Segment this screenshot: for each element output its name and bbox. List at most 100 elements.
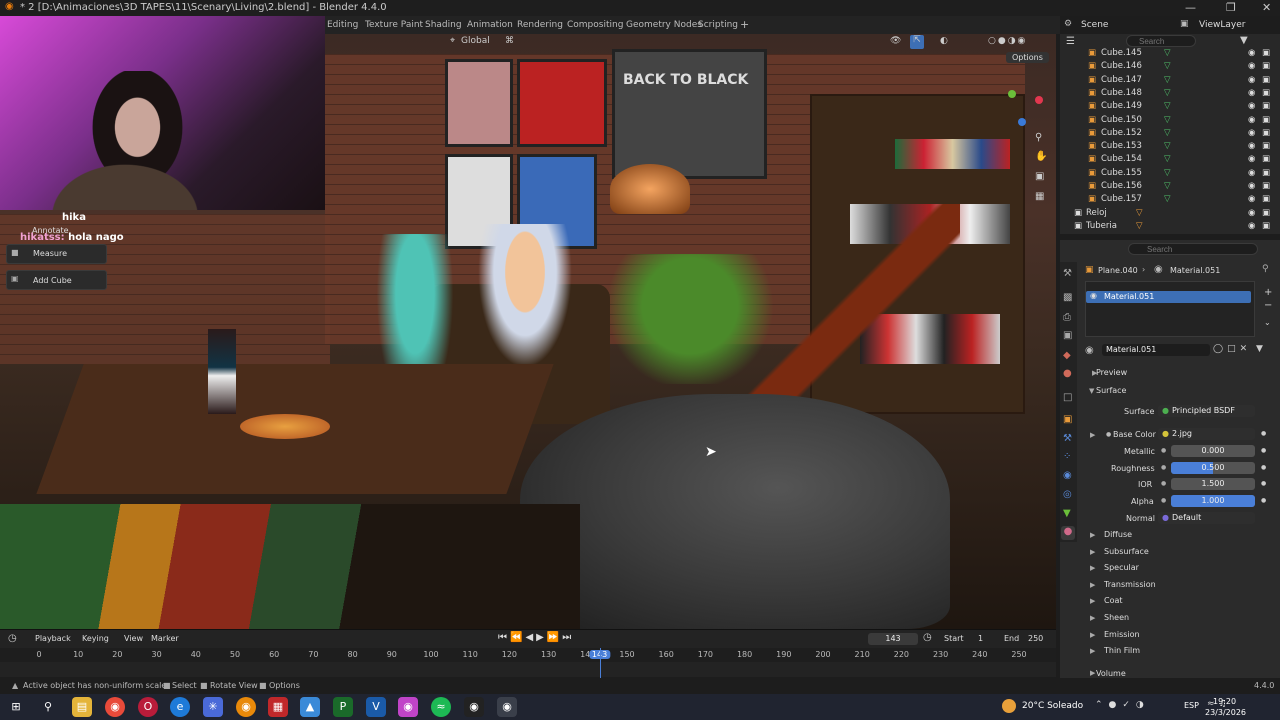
- weather-sun-icon[interactable]: [1002, 699, 1016, 713]
- ior-field[interactable]: 1.500: [1171, 478, 1255, 490]
- subpanel-header[interactable]: Specular: [1104, 563, 1139, 572]
- app-icon-2[interactable]: ▦: [268, 697, 288, 717]
- subpanel-expand-icon[interactable]: ▶: [1090, 597, 1095, 605]
- outliner-item[interactable]: ▣ Cube.157 ▽ ◉ ▣: [1086, 194, 1270, 207]
- constraints-tab-icon[interactable]: ◎: [1063, 489, 1072, 500]
- language-indicator[interactable]: ESP: [1184, 701, 1199, 710]
- collection-tab-icon[interactable]: □: [1063, 392, 1072, 403]
- tab-scripting[interactable]: Scripting: [698, 20, 738, 30]
- outliner-editor-icon[interactable]: ☰: [1066, 36, 1075, 47]
- app-icon-3[interactable]: ◉: [398, 697, 418, 717]
- weather-text[interactable]: 20°C Soleado: [1022, 701, 1083, 711]
- remove-slot-button[interactable]: −: [1264, 300, 1272, 311]
- metallic-slider[interactable]: 0.000: [1171, 445, 1255, 457]
- view-layer-tab-icon[interactable]: ▣: [1063, 330, 1072, 341]
- vscode-icon[interactable]: V: [366, 697, 386, 717]
- outliner-item[interactable]: ▣ Cube.150 ▽ ◉ ▣: [1086, 115, 1270, 128]
- edge-icon[interactable]: e: [170, 697, 190, 717]
- gizmo-x-axis-icon[interactable]: [1035, 96, 1043, 104]
- render-visibility-icon[interactable]: ▣: [1262, 181, 1270, 191]
- data-tab-icon[interactable]: ▼: [1063, 508, 1071, 519]
- playhead[interactable]: [599, 648, 601, 678]
- clock-time[interactable]: 19:20: [1213, 697, 1236, 706]
- eye-icon[interactable]: ◉: [1248, 115, 1255, 125]
- eye-icon[interactable]: ◉: [1248, 221, 1255, 231]
- spotify-icon[interactable]: ≈: [431, 697, 451, 717]
- render-visibility-icon[interactable]: ▣: [1262, 88, 1270, 98]
- blender-active-icon[interactable]: ◉: [497, 697, 517, 717]
- subpanel-header[interactable]: Subsurface: [1104, 547, 1149, 556]
- tray-icons[interactable]: ⌃●✓◑: [1095, 700, 1150, 710]
- base-color-field[interactable]: ● 2.jpg: [1158, 428, 1255, 440]
- pan-hand-icon[interactable]: ✋: [1035, 151, 1047, 162]
- output-tab-icon[interactable]: ⎙: [1063, 312, 1071, 323]
- subpanel-expand-icon[interactable]: ▶: [1090, 614, 1095, 622]
- render-visibility-icon[interactable]: ▣: [1262, 154, 1270, 164]
- roughness-keyframe-icon[interactable]: ●: [1261, 464, 1266, 471]
- photoshop-icon[interactable]: ▲: [300, 697, 320, 717]
- material-slot-selected[interactable]: ◉ Material.051: [1086, 291, 1251, 303]
- section-surface[interactable]: Surface: [1096, 386, 1126, 395]
- maximize-button[interactable]: ❐: [1226, 1, 1236, 14]
- normal-field[interactable]: ● Default: [1158, 512, 1255, 524]
- transform-orientation-dropdown[interactable]: Global: [461, 36, 490, 50]
- eye-icon[interactable]: ◉: [1248, 128, 1255, 138]
- tab-texture-paint[interactable]: Texture Paint: [365, 20, 423, 30]
- render-visibility-icon[interactable]: ▣: [1262, 221, 1270, 231]
- tab-rendering[interactable]: Rendering: [517, 20, 563, 30]
- base-color-expand-icon[interactable]: ▶: [1090, 431, 1095, 439]
- current-frame-field[interactable]: 143: [868, 633, 918, 645]
- visibility-icon[interactable]: 👁: [890, 36, 901, 50]
- eye-icon[interactable]: ◉: [1248, 48, 1255, 58]
- material-tab-icon[interactable]: ●: [1061, 526, 1075, 540]
- tab-animation[interactable]: Animation: [467, 20, 513, 30]
- outliner-item[interactable]: ▣ Cube.147 ▽ ◉ ▣: [1086, 75, 1270, 88]
- subpanel-header[interactable]: Thin Film: [1104, 646, 1140, 655]
- scene-selector[interactable]: Scene: [1081, 20, 1108, 30]
- tool-add-cube[interactable]: ▣ Add Cube: [6, 270, 107, 290]
- physics-tab-icon[interactable]: ◉: [1063, 470, 1072, 481]
- render-visibility-icon[interactable]: ▣: [1262, 208, 1270, 218]
- render-visibility-icon[interactable]: ▣: [1262, 48, 1270, 58]
- subpanel-expand-icon[interactable]: ▶: [1090, 581, 1095, 589]
- slot-specials-icon[interactable]: ⌄: [1264, 318, 1271, 327]
- render-tab-icon[interactable]: ▩: [1063, 292, 1072, 303]
- section-preview[interactable]: Preview: [1096, 368, 1127, 377]
- pin-icon[interactable]: ⚲: [1262, 264, 1269, 274]
- subpanel-expand-icon[interactable]: ▶: [1090, 531, 1095, 539]
- eye-icon[interactable]: ◉: [1248, 154, 1255, 164]
- app-icon-1[interactable]: ✳: [203, 697, 223, 717]
- subpanel-expand-icon[interactable]: ▶: [1090, 564, 1095, 572]
- tab-shading[interactable]: Shading: [425, 20, 462, 30]
- minimize-button[interactable]: —: [1185, 1, 1196, 14]
- outliner-item[interactable]: ▣ Cube.155 ▽ ◉ ▣: [1086, 168, 1270, 181]
- subpanel-expand-icon[interactable]: ▶: [1090, 631, 1095, 639]
- eye-icon[interactable]: ◉: [1248, 88, 1255, 98]
- subpanel-header[interactable]: Coat: [1104, 596, 1123, 605]
- outliner-item[interactable]: ▣ Cube.153 ▽ ◉ ▣: [1086, 141, 1270, 154]
- gizmo-z-axis-icon[interactable]: [1018, 118, 1026, 126]
- render-visibility-icon[interactable]: ▣: [1262, 194, 1270, 204]
- pivot-icon[interactable]: ⌘: [505, 36, 514, 50]
- outliner-search-input[interactable]: [1126, 35, 1196, 47]
- opera-icon[interactable]: O: [138, 697, 158, 717]
- outliner-item[interactable]: ▣ Cube.152 ▽ ◉ ▣: [1086, 128, 1270, 141]
- volume-expand-icon[interactable]: ▶: [1090, 669, 1095, 677]
- search-icon[interactable]: ⚲: [38, 697, 58, 717]
- zoom-icon[interactable]: ⚲: [1035, 132, 1042, 143]
- breadcrumb-material[interactable]: Material.051: [1170, 266, 1220, 275]
- world-tab-icon[interactable]: ●: [1063, 368, 1072, 379]
- overlays-icon[interactable]: ◐: [940, 36, 948, 50]
- subpanel-header[interactable]: Diffuse: [1104, 530, 1132, 539]
- start-button-icon[interactable]: ⊞: [6, 697, 26, 717]
- menu-playback[interactable]: Playback: [35, 634, 71, 643]
- eye-icon[interactable]: ◉: [1248, 194, 1255, 204]
- material-datablock-buttons[interactable]: ◯□✕: [1213, 344, 1251, 354]
- viewport-options-button[interactable]: Options: [1006, 52, 1049, 63]
- file-explorer-icon[interactable]: ▤: [72, 697, 92, 717]
- blender-taskbar-icon[interactable]: ◉: [236, 697, 256, 717]
- render-visibility-icon[interactable]: ▣: [1262, 141, 1270, 151]
- eye-icon[interactable]: ◉: [1248, 208, 1255, 218]
- render-visibility-icon[interactable]: ▣: [1262, 115, 1270, 125]
- tab-geometry-nodes[interactable]: Geometry Nodes: [626, 20, 702, 30]
